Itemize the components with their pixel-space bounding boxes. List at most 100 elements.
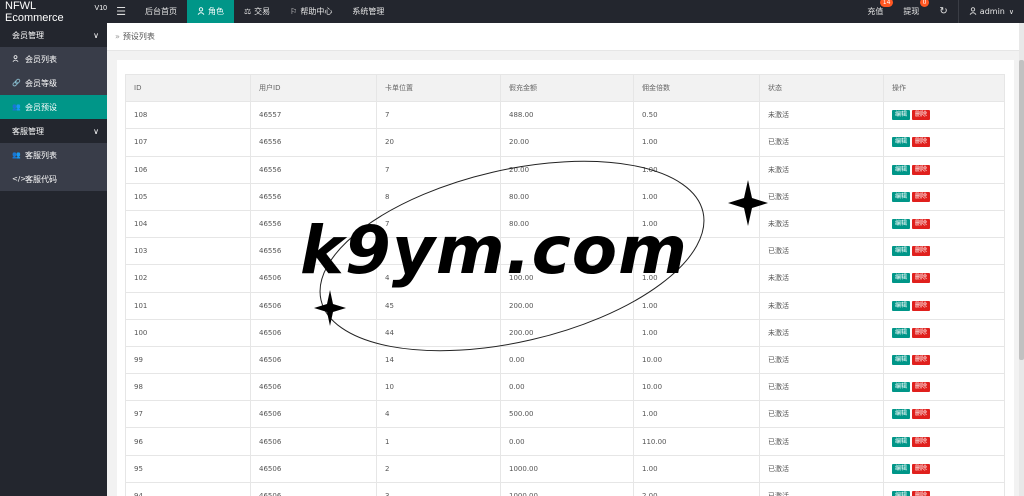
withdraw-link[interactable]: 提现 0 [893, 0, 930, 23]
edit-button[interactable]: 编辑 [892, 490, 911, 496]
table-cell: 46506 [250, 292, 377, 320]
table-cell: 0.00 [500, 373, 634, 402]
edit-button[interactable]: 编辑 [892, 246, 911, 257]
edit-button[interactable]: 编辑 [892, 137, 911, 148]
table-cell: 已激活 [759, 455, 884, 483]
actions-cell: 编辑 删除 [883, 264, 1005, 293]
actions-cell: 编辑 删除 [883, 455, 1005, 483]
actions-cell: 编辑 删除 [883, 156, 1005, 184]
delete-button[interactable]: 删除 [912, 164, 931, 175]
delete-button[interactable]: 删除 [912, 436, 931, 447]
brand-version: V10 [94, 5, 107, 12]
nav-item-system[interactable]: 系统管理 [342, 0, 394, 23]
sidebar-item-member-preset[interactable]: 👥 会员预设 [0, 95, 107, 119]
delete-button[interactable]: 删除 [912, 354, 931, 365]
table-cell: 4 [376, 400, 501, 429]
edit-button[interactable]: 编辑 [892, 327, 911, 338]
table-cell [376, 237, 501, 266]
table-row: 98 46506 10 0.00 10.00 已激活 编辑 删除 [125, 373, 1005, 402]
table-body: 108 46557 7 488.00 0.50 未激活 编辑 删除 107 46556 20 20.0… [125, 101, 1005, 496]
table-cell: 1.00 [633, 400, 760, 429]
edit-button[interactable]: 编辑 [892, 409, 911, 420]
nav-item-dashboard[interactable]: 后台首页 [135, 0, 187, 23]
delete-button[interactable]: 删除 [912, 300, 931, 311]
delete-button[interactable]: 删除 [912, 490, 931, 496]
table-cell: 4 [376, 264, 501, 293]
table-cell: 95 [125, 455, 251, 483]
delete-button[interactable]: 删除 [912, 246, 931, 257]
nav-item-help[interactable]: ⚐ 帮助中心 [280, 0, 342, 23]
table-cell: 46506 [250, 319, 377, 347]
table-header-row: ID 用户ID 卡单位置 假充金额 佣金倍数 状态 操作 [125, 73, 1005, 103]
table-cell: 80.00 [500, 210, 634, 239]
delete-button[interactable]: 删除 [912, 327, 931, 338]
edit-button[interactable]: 编辑 [892, 273, 911, 284]
recharge-link[interactable]: 充值 14 [857, 0, 894, 23]
sidebar-item-label: 客服代码 [25, 174, 57, 184]
table-cell: 未激活 [759, 101, 884, 130]
edit-button[interactable]: 编辑 [892, 219, 911, 230]
edit-button[interactable]: 编辑 [892, 382, 911, 393]
top-right-actions: 充值 14 提现 0 ↻ admin ∨ [857, 0, 1024, 23]
edit-button[interactable]: 编辑 [892, 164, 911, 175]
table-cell: 20.00 [500, 128, 634, 157]
table-cell: 46506 [250, 400, 377, 429]
delete-button[interactable]: 删除 [912, 110, 931, 121]
table-cell: 46506 [250, 264, 377, 293]
edit-button[interactable]: 编辑 [892, 436, 911, 447]
sidebar-item-service-code[interactable]: </> 客服代码 [0, 167, 107, 191]
table-row: 95 46506 2 1000.00 1.00 已激活 编辑 删除 [125, 455, 1005, 483]
table-cell: 1000.00 [500, 455, 634, 483]
user-menu[interactable]: admin ∨ [959, 0, 1024, 23]
actions-cell: 编辑 删除 [883, 237, 1005, 266]
table-row: 101 46506 45 200.00 1.00 未激活 编辑 删除 [125, 292, 1005, 320]
delete-button[interactable]: 删除 [912, 273, 931, 284]
user-name: admin [979, 7, 1005, 16]
table-cell: 1 [376, 427, 501, 456]
edit-button[interactable]: 编辑 [892, 463, 911, 474]
edit-button[interactable]: 编辑 [892, 354, 911, 365]
table-cell: 46556 [250, 128, 377, 157]
scrollbar-thumb[interactable] [1019, 60, 1024, 360]
nav-item-trade[interactable]: ⚖ 交易 [234, 0, 280, 23]
brand-logo[interactable]: NFWL Ecommerce V10 [0, 0, 107, 24]
nav-item-label: 系统管理 [352, 7, 385, 16]
actions-cell: 编辑 删除 [883, 427, 1005, 456]
delete-button[interactable]: 删除 [912, 409, 931, 420]
table-cell: 已激活 [759, 346, 884, 375]
table-cell: 未激活 [759, 319, 884, 347]
sidebar-item-member-list[interactable]: 会员列表 [0, 47, 107, 71]
withdraw-label: 提现 [903, 7, 920, 16]
delete-button[interactable]: 删除 [912, 463, 931, 474]
delete-button[interactable]: 删除 [912, 191, 931, 202]
table-cell: 1.00 [633, 455, 760, 483]
edit-button[interactable]: 编辑 [892, 300, 911, 311]
table-cell: 10.00 [633, 346, 760, 375]
delete-button[interactable]: 删除 [912, 219, 931, 230]
table-cell: 已激活 [759, 400, 884, 429]
nav-item-role[interactable]: 角色 [187, 0, 234, 23]
menu-toggle-icon[interactable]: ☰ [107, 0, 135, 23]
table-cell: 107 [125, 128, 251, 157]
delete-button[interactable]: 删除 [912, 382, 931, 393]
edit-button[interactable]: 编辑 [892, 191, 911, 202]
nav-item-label: 后台首页 [145, 7, 177, 16]
sidebar-item-service-list[interactable]: 👥 客服列表 [0, 143, 107, 167]
sidebar: 会员管理 ∨ 会员列表 🔗 会员等级 👥 会员预设 客服管理 ∨ 👥 客服列表 … [0, 23, 107, 496]
sidebar-item-member-level[interactable]: 🔗 会员等级 [0, 71, 107, 95]
table-cell: 80.00 [500, 183, 634, 211]
table-cell: 46506 [250, 455, 377, 483]
table-cell: 0.00 [500, 346, 634, 375]
table-cell: 20 [376, 128, 501, 157]
edit-button[interactable]: 编辑 [892, 110, 911, 121]
sidebar-group-member[interactable]: 会员管理 ∨ [0, 23, 107, 47]
delete-button[interactable]: 删除 [912, 137, 931, 148]
table-cell: 已激活 [759, 183, 884, 211]
breadcrumb-current[interactable]: 预设列表 [123, 31, 155, 42]
sidebar-group-service[interactable]: 客服管理 ∨ [0, 119, 107, 143]
table-row: 106 46556 7 20.00 1.00 未激活 编辑 删除 [125, 156, 1005, 184]
sidebar-group-label: 客服管理 [12, 126, 44, 136]
users-icon: 👥 [12, 103, 21, 111]
column-header: 卡单位置 [376, 73, 501, 103]
refresh-icon[interactable]: ↻ [929, 0, 957, 23]
